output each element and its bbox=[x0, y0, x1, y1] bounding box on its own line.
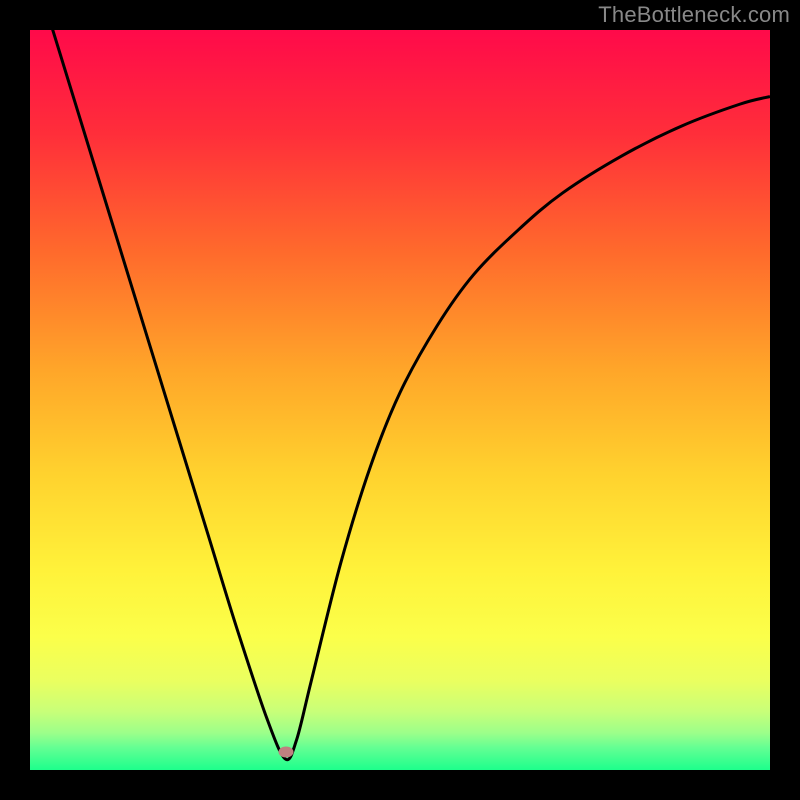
minimum-point-icon bbox=[279, 747, 294, 758]
curve-path bbox=[30, 30, 770, 760]
watermark-text: TheBottleneck.com bbox=[598, 2, 790, 28]
chart-frame: TheBottleneck.com bbox=[0, 0, 800, 800]
plot-area bbox=[30, 30, 770, 770]
bottleneck-curve bbox=[30, 30, 770, 770]
